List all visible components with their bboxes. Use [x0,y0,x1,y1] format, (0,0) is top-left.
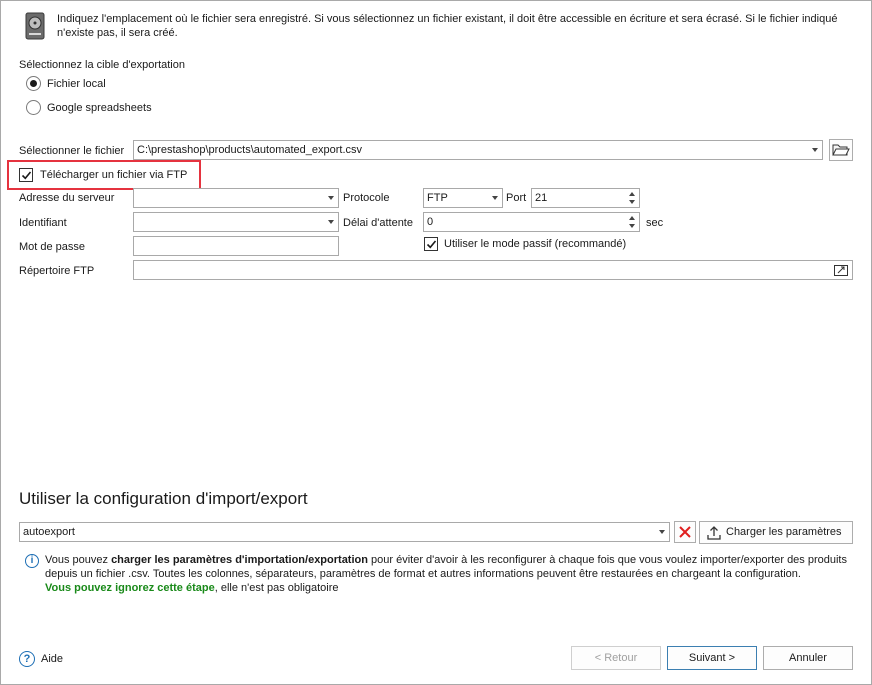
password-field[interactable] [133,236,339,256]
password-label: Mot de passe [19,241,86,253]
timeout-spinner[interactable]: 0 [423,212,640,232]
login-label: Identifiant [19,217,67,229]
server-label: Adresse du serveur [19,192,115,204]
folder-open-icon [832,144,850,156]
load-settings-button[interactable]: Charger les paramètres [699,521,853,544]
load-settings-label: Charger les paramètres [726,526,842,538]
protocol-value: FTP [427,192,448,204]
timeout-label: Délai d'attente [343,217,413,229]
protocol-select[interactable]: FTP [423,188,503,208]
chevron-down-icon[interactable] [812,148,818,152]
hard-disk-icon [25,12,45,40]
ftp-upload-checkbox[interactable] [19,168,33,182]
file-path-combobox[interactable]: C:\prestashop\products\automated_export.… [133,140,823,160]
radio-google-spreadsheets-label[interactable]: Google spreadsheets [47,101,152,115]
header-description: Indiquez l'emplacement où le fichier ser… [57,13,838,39]
config-info-text: Vous pouvez charger les paramètres d'imp… [45,554,847,594]
config-combobox[interactable]: autoexport [19,522,670,542]
spinner-arrows-icon[interactable] [626,214,638,230]
cancel-button[interactable]: Annuler [763,646,853,670]
red-x-icon [679,526,691,538]
timeout-value: 0 [427,216,434,228]
radio-google-spreadsheets[interactable] [26,100,41,115]
info-icon: i [25,554,39,568]
next-button[interactable]: Suivant > [667,646,757,670]
file-label: Sélectionner le fichier [19,145,125,157]
radio-local-file[interactable] [26,76,41,91]
port-value: 21 [535,192,548,204]
folder-browse-icon[interactable] [834,264,848,276]
spinner-arrows-icon[interactable] [626,190,638,206]
export-target-label: Sélectionnez la cible d'exportation [19,59,185,71]
config-section-title: Utiliser la configuration d'import/expor… [19,489,308,508]
ftp-dir-label: Répertoire FTP [19,265,95,277]
back-button[interactable]: < Retour [571,646,661,670]
timeout-unit: sec [646,217,664,229]
chevron-down-icon[interactable] [492,196,498,200]
login-combobox[interactable] [133,212,339,232]
port-label: Port [506,192,527,204]
file-path-value: C:\prestashop\products\automated_export.… [137,144,363,156]
radio-local-file-label[interactable]: Fichier local [47,77,106,91]
port-spinner[interactable]: 21 [531,188,640,208]
server-combobox[interactable] [133,188,339,208]
checkmark-icon [426,240,437,249]
chevron-down-icon[interactable] [328,196,334,200]
browse-file-button[interactable] [829,139,853,161]
ftp-upload-label[interactable]: Télécharger un fichier via FTP [40,168,187,182]
clear-config-button[interactable] [674,521,696,543]
config-value: autoexport [23,526,75,538]
chevron-down-icon[interactable] [328,220,334,224]
chevron-down-icon[interactable] [659,530,665,534]
protocol-label: Protocole [343,192,390,204]
help-link[interactable]: Aide [41,652,63,666]
passive-mode-label[interactable]: Utiliser le mode passif (recommandé) [444,237,626,251]
ftp-dir-field[interactable] [133,260,853,280]
passive-mode-checkbox[interactable] [424,237,438,251]
checkmark-icon [21,171,32,180]
help-icon[interactable]: ? [19,651,35,667]
upload-icon [707,526,721,540]
